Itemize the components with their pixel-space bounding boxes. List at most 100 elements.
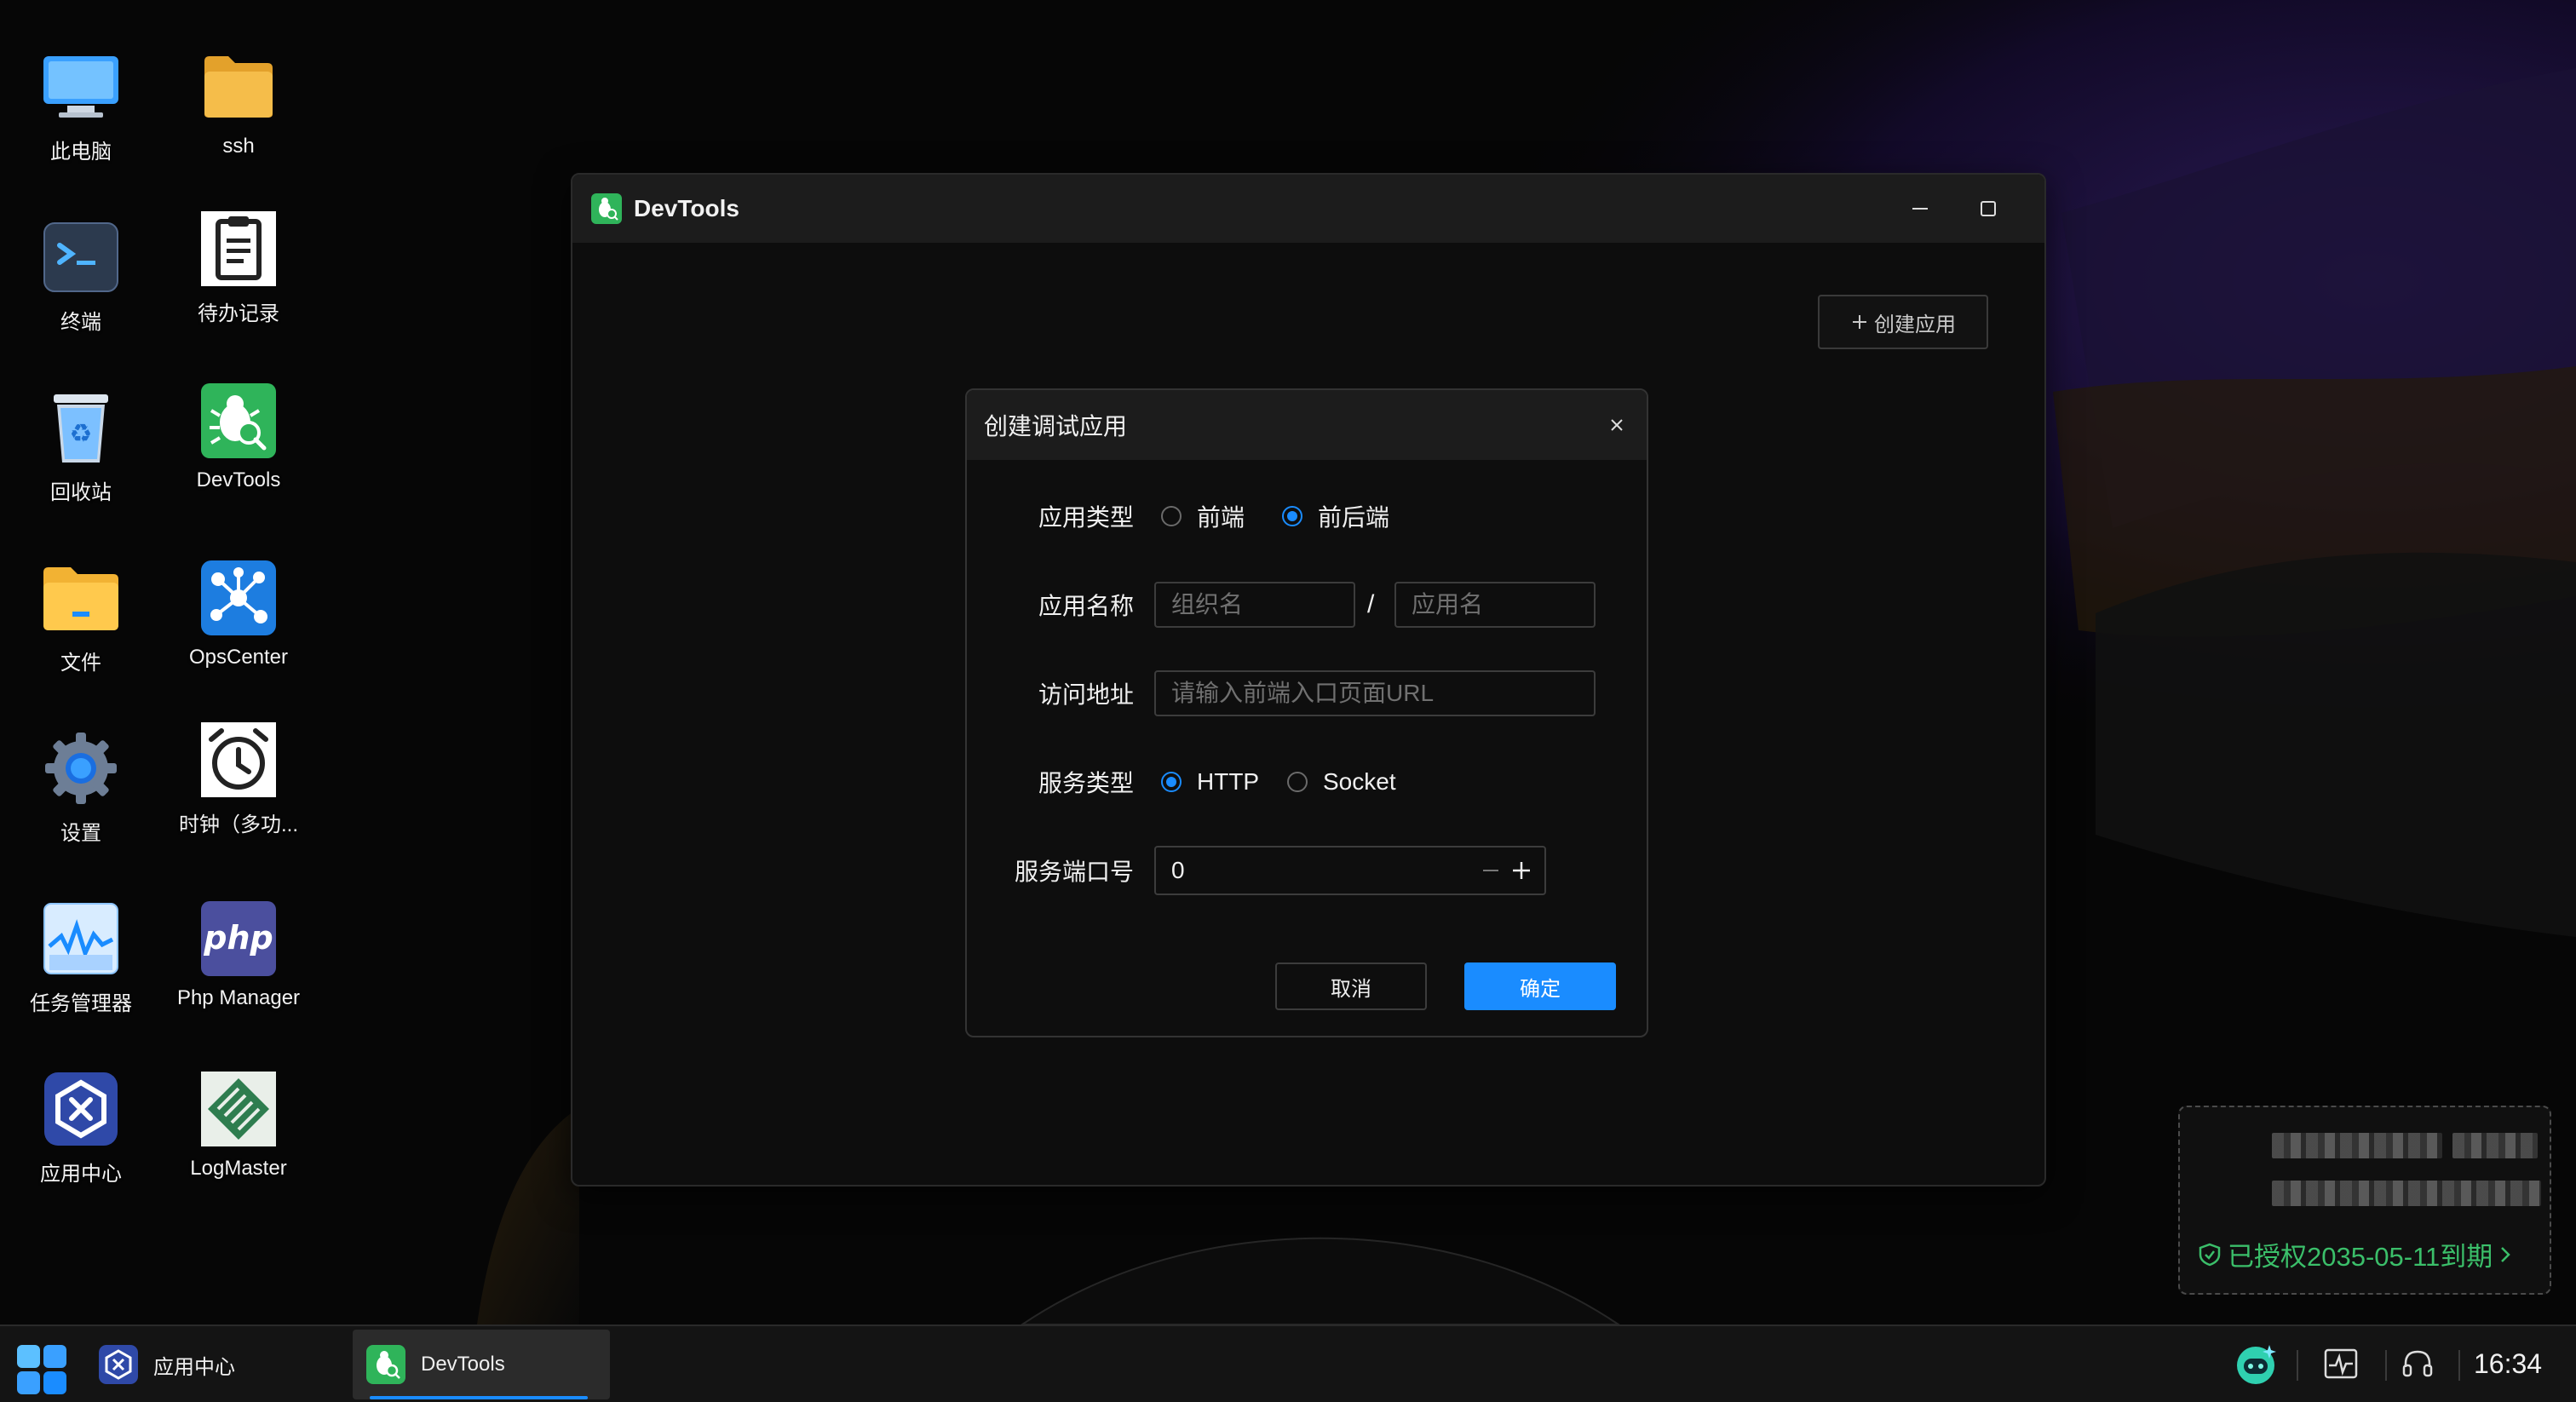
desktop-icon-todo[interactable]: 待办记录 [158, 196, 319, 358]
desktop-icon-label: 回收站 [50, 481, 112, 504]
desktop-icon-opscenter[interactable]: OpsCenter [158, 545, 319, 707]
settings-gear-icon [40, 727, 122, 809]
service-type-socket-radio[interactable]: Socket [1287, 768, 1396, 796]
terminal-icon [40, 216, 122, 298]
cancel-button[interactable]: 取消 [1275, 962, 1427, 1010]
desktop-icon-task-manager[interactable]: 任务管理器 [0, 886, 162, 1048]
taskbar-item-app-center[interactable]: 应用中心 [85, 1330, 348, 1399]
activity-monitor-icon [2324, 1348, 2358, 1379]
license-status[interactable]: 已授权2035-05-11到期 [2199, 1235, 2511, 1273]
folder-icon [198, 46, 279, 128]
license-card[interactable]: 已授权2035-05-11到期 [2178, 1106, 2551, 1295]
file-manager-icon [40, 557, 122, 639]
service-type-http-radio[interactable]: HTTP [1161, 768, 1259, 796]
desktop-icon-clock[interactable]: 时钟（多功... [158, 707, 319, 869]
dialog-title: 创建调试应用 [984, 413, 1128, 440]
confirm-button[interactable]: 确定 [1464, 962, 1616, 1010]
radio-unchecked-icon [1161, 506, 1182, 526]
app-name-label: 应用名称 [1038, 593, 1134, 619]
desktop-icon-app-center[interactable]: 应用中心 [0, 1056, 162, 1218]
desktop-icon-label: 时钟（多功... [178, 813, 298, 836]
desktop-icon-label: 终端 [60, 311, 101, 334]
desktop-icon-label: 待办记录 [198, 302, 279, 325]
desktop-icon-files[interactable]: 文件 [0, 545, 162, 707]
port-value[interactable]: 0 [1171, 857, 1480, 884]
service-type-label: 服务类型 [1038, 770, 1134, 796]
blurred-text [2272, 1133, 2442, 1158]
minus-icon[interactable] [1480, 859, 1502, 882]
org-name-input[interactable] [1154, 582, 1355, 628]
task-manager-icon [40, 898, 122, 980]
app-type-fullstack-radio[interactable]: 前后端 [1282, 499, 1389, 533]
port-stepper[interactable]: 0 [1154, 846, 1546, 895]
clipboard-icon [198, 208, 279, 290]
maximize-icon [1981, 201, 1996, 216]
taskbar-item-label: DevTools [421, 1353, 505, 1376]
desktop-icon-label: 此电脑 [50, 141, 112, 164]
plus-icon[interactable] [1510, 859, 1532, 882]
create-debug-app-dialog: 创建调试应用 应用类型 前端 前后端 应用名称 / 访问地址 服务类型 HTTP [965, 388, 1648, 1037]
minimize-button[interactable] [1895, 187, 1946, 231]
window-titlebar[interactable]: DevTools [572, 175, 2044, 243]
window-title: DevTools [634, 195, 739, 221]
desktop-icon-devtools[interactable]: DevTools [158, 368, 319, 530]
name-separator: / [1367, 590, 1375, 618]
radio-checked-icon [1282, 506, 1302, 526]
url-row: 访问地址 [967, 668, 1647, 719]
url-input[interactable] [1154, 670, 1596, 716]
maximize-button[interactable] [1963, 187, 2014, 231]
taskbar-item-devtools[interactable]: DevTools [353, 1330, 610, 1399]
desktop-icon-label: ssh [222, 135, 255, 158]
desktop-icon-label: 任务管理器 [30, 992, 132, 1015]
devtools-bug-icon [591, 193, 622, 224]
taskbar-item-label: 应用中心 [153, 1355, 235, 1379]
license-text: 已授权2035-05-11到期 [2228, 1242, 2493, 1272]
port-row: 服务端口号 0 [967, 845, 1647, 896]
port-label: 服务端口号 [1014, 859, 1134, 885]
shield-check-icon [2199, 1243, 2221, 1266]
computer-icon [40, 46, 122, 128]
desktop-icon-settings[interactable]: 设置 [0, 715, 162, 877]
desktop-icon-label: 应用中心 [40, 1163, 122, 1186]
taskbar: 应用中心 DevTools 16:34 [0, 1324, 2576, 1402]
clock[interactable]: 16:34 [2474, 1348, 2542, 1380]
devtools-bug-icon [366, 1345, 405, 1384]
desktop-icon-logmaster[interactable]: LogMaster [158, 1056, 319, 1218]
desktop-icon-ssh-folder[interactable]: ssh [158, 34, 319, 196]
desktop-icon-label: OpsCenter [188, 646, 289, 669]
desktop-icon-php-manager[interactable]: php Php Manager [158, 886, 319, 1048]
radio-label: HTTP [1197, 768, 1260, 795]
dialog-close-button[interactable] [1599, 407, 1635, 443]
radio-unchecked-icon [1287, 772, 1308, 792]
alarm-clock-icon [198, 719, 279, 801]
tray-divider [2385, 1350, 2387, 1381]
start-menu-button[interactable] [15, 1343, 68, 1400]
ai-assistant-icon [2237, 1345, 2276, 1384]
radio-label: 前后端 [1318, 504, 1390, 531]
desktop-icon-label: LogMaster [190, 1157, 287, 1180]
app-type-row: 应用类型 前端 前后端 [967, 491, 1647, 542]
desktop-icon-recycle-bin[interactable]: ♻ 回收站 [0, 375, 162, 537]
devtools-bug-icon [198, 380, 279, 462]
app-center-icon [99, 1345, 138, 1384]
monitor-button[interactable] [2314, 1336, 2368, 1391]
close-icon [1611, 419, 1623, 431]
app-type-frontend-radio[interactable]: 前端 [1161, 499, 1245, 533]
support-button[interactable] [2390, 1336, 2445, 1391]
app-center-icon [40, 1068, 122, 1150]
desktop-icon-terminal[interactable]: 终端 [0, 204, 162, 366]
plus-icon [1853, 315, 1866, 329]
assistant-bot-button[interactable] [2228, 1336, 2283, 1391]
dialog-header: 创建调试应用 [967, 390, 1647, 460]
recycle-bin-icon: ♻ [40, 387, 122, 468]
php-icon: php [198, 898, 279, 980]
create-app-button[interactable]: 创建应用 [1818, 295, 1988, 349]
app-name-input[interactable] [1394, 582, 1596, 628]
close-window-button[interactable] [2031, 187, 2044, 231]
logmaster-icon [198, 1068, 279, 1150]
minimize-icon [1912, 208, 1928, 210]
desktop-icon-this-pc[interactable]: 此电脑 [0, 34, 162, 196]
blurred-text [2272, 1181, 2541, 1206]
url-label: 访问地址 [1038, 681, 1134, 708]
tray-divider [2458, 1350, 2460, 1381]
